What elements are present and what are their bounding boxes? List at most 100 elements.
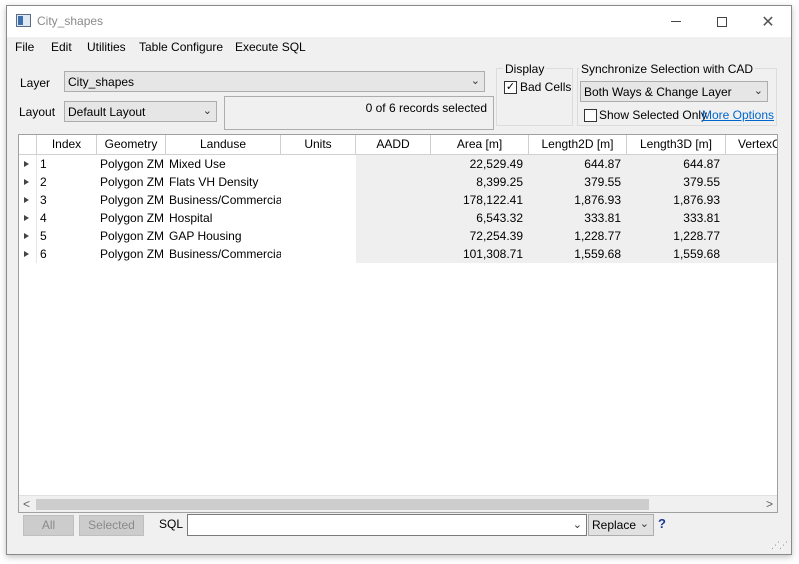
cell-units[interactable] <box>281 191 356 209</box>
display-group: Display ✓ Bad Cells <box>496 62 573 126</box>
cell-length2d[interactable]: 1,559.68 <box>529 245 627 263</box>
cell-length3d[interactable]: 379.55 <box>627 173 726 191</box>
cell-geometry[interactable]: Polygon ZM <box>97 209 166 227</box>
scroll-right-icon[interactable]: > <box>766 497 773 511</box>
cell-aadd[interactable] <box>356 155 431 173</box>
cell-vertexcount[interactable] <box>726 245 777 263</box>
row-expand-icon[interactable] <box>19 155 37 173</box>
more-options-link[interactable]: More Options <box>702 108 774 122</box>
close-icon: ✕ <box>761 13 775 31</box>
data-grid[interactable]: Index Geometry Landuse Units AADD Area [… <box>18 134 778 513</box>
cell-aadd[interactable] <box>356 191 431 209</box>
row-expand-icon[interactable] <box>19 245 37 263</box>
cell-index[interactable]: 1 <box>37 155 97 173</box>
cell-landuse[interactable]: Hospital <box>166 209 281 227</box>
cell-aadd[interactable] <box>356 227 431 245</box>
cell-vertexcount[interactable] <box>726 155 777 173</box>
cell-geometry[interactable]: Polygon ZM <box>97 245 166 263</box>
menu-file[interactable]: File <box>15 40 34 54</box>
cell-aadd[interactable] <box>356 173 431 191</box>
layer-select[interactable]: City_shapes ⌄ <box>64 71 485 92</box>
row-expand-icon[interactable] <box>19 227 37 245</box>
replace-select[interactable]: Replace ⌄ <box>588 514 654 536</box>
cell-length2d[interactable]: 644.87 <box>529 155 627 173</box>
cell-units[interactable] <box>281 209 356 227</box>
cell-index[interactable]: 3 <box>37 191 97 209</box>
cell-area[interactable]: 6,543.32 <box>431 209 529 227</box>
cell-aadd[interactable] <box>356 245 431 263</box>
cell-area[interactable]: 101,308.71 <box>431 245 529 263</box>
cell-index[interactable]: 6 <box>37 245 97 263</box>
row-expand-icon[interactable] <box>19 191 37 209</box>
minimize-button[interactable] <box>653 6 699 37</box>
cell-area[interactable]: 8,399.25 <box>431 173 529 191</box>
cell-geometry[interactable]: Polygon ZM <box>97 227 166 245</box>
horizontal-scrollbar[interactable]: < > <box>19 495 777 512</box>
bad-cells-checkbox[interactable]: ✓ <box>504 81 517 94</box>
cell-landuse[interactable]: Business/Commercial <box>166 191 281 209</box>
layout-select[interactable]: Default Layout ⌄ <box>64 101 217 122</box>
show-selected-checkbox[interactable] <box>584 109 597 122</box>
column-header-length3d[interactable]: Length3D [m] <box>627 135 726 155</box>
cell-units[interactable] <box>281 245 356 263</box>
maximize-icon <box>717 16 727 27</box>
cell-vertexcount[interactable] <box>726 173 777 191</box>
column-header-units[interactable]: Units <box>281 135 356 155</box>
cell-landuse[interactable]: Mixed Use <box>166 155 281 173</box>
cell-length2d[interactable]: 1,228.77 <box>529 227 627 245</box>
column-header-index[interactable]: Index <box>37 135 97 155</box>
cell-length3d[interactable]: 1,559.68 <box>627 245 726 263</box>
cell-area[interactable]: 178,122.41 <box>431 191 529 209</box>
cell-landuse[interactable]: GAP Housing <box>166 227 281 245</box>
cell-geometry[interactable]: Polygon ZM <box>97 173 166 191</box>
cell-index[interactable]: 5 <box>37 227 97 245</box>
cell-units[interactable] <box>281 155 356 173</box>
column-header-area[interactable]: Area [m] <box>431 135 529 155</box>
cell-units[interactable] <box>281 173 356 191</box>
close-button[interactable]: ✕ <box>745 6 791 37</box>
cell-landuse[interactable]: Business/Commercial <box>166 245 281 263</box>
cell-aadd[interactable] <box>356 209 431 227</box>
column-header-vertexcount[interactable]: VertexC <box>726 135 777 155</box>
cell-geometry[interactable]: Polygon ZM <box>97 191 166 209</box>
column-header-geometry[interactable]: Geometry <box>97 135 166 155</box>
column-header-landuse[interactable]: Landuse <box>166 135 281 155</box>
cell-units[interactable] <box>281 227 356 245</box>
selected-button[interactable]: Selected <box>79 515 144 536</box>
menu-utilities[interactable]: Utilities <box>87 40 126 54</box>
cell-length2d[interactable]: 1,876.93 <box>529 191 627 209</box>
maximize-button[interactable] <box>699 6 745 37</box>
layout-value: Default Layout <box>68 105 146 119</box>
cell-length3d[interactable]: 333.81 <box>627 209 726 227</box>
cell-vertexcount[interactable] <box>726 209 777 227</box>
sql-input[interactable]: ⌄ <box>187 514 587 536</box>
cell-area[interactable]: 22,529.49 <box>431 155 529 173</box>
cell-length3d[interactable]: 1,876.93 <box>627 191 726 209</box>
records-status: 0 of 6 records selected <box>224 96 494 130</box>
cell-vertexcount[interactable] <box>726 191 777 209</box>
menu-table-configure[interactable]: Table Configure <box>139 40 223 54</box>
resize-grip-icon[interactable]: ⋰⋰ <box>771 540 788 551</box>
cell-length3d[interactable]: 1,228.77 <box>627 227 726 245</box>
cell-length2d[interactable]: 379.55 <box>529 173 627 191</box>
menu-edit[interactable]: Edit <box>51 40 72 54</box>
cell-vertexcount[interactable] <box>726 227 777 245</box>
cell-area[interactable]: 72,254.39 <box>431 227 529 245</box>
help-icon[interactable]: ? <box>658 516 666 531</box>
all-button[interactable]: All <box>23 515 74 536</box>
cell-landuse[interactable]: Flats VH Density <box>166 173 281 191</box>
cell-index[interactable]: 2 <box>37 173 97 191</box>
sync-mode-select[interactable]: Both Ways & Change Layer ⌄ <box>580 81 768 102</box>
column-header-length2d[interactable]: Length2D [m] <box>529 135 627 155</box>
sync-mode-value: Both Ways & Change Layer <box>584 85 732 99</box>
column-header-aadd[interactable]: AADD <box>356 135 431 155</box>
cell-index[interactable]: 4 <box>37 209 97 227</box>
cell-length3d[interactable]: 644.87 <box>627 155 726 173</box>
row-expand-icon[interactable] <box>19 173 37 191</box>
row-expand-icon[interactable] <box>19 209 37 227</box>
scroll-left-icon[interactable]: < <box>23 497 30 511</box>
cell-length2d[interactable]: 333.81 <box>529 209 627 227</box>
menu-execute-sql[interactable]: Execute SQL <box>235 40 306 54</box>
scrollbar-thumb[interactable] <box>36 499 649 510</box>
cell-geometry[interactable]: Polygon ZM <box>97 155 166 173</box>
